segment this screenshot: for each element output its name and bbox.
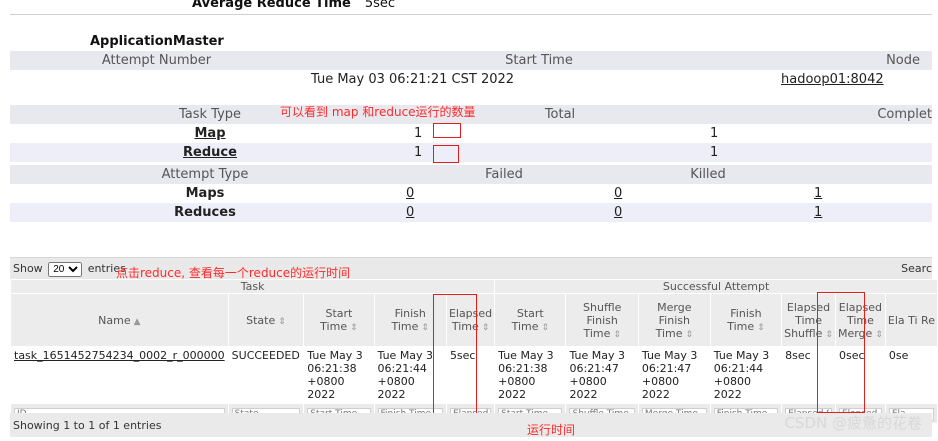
sort-icon: ⇕ (278, 316, 286, 327)
reduce-complete: 1 (710, 145, 719, 160)
sort-icon: ▲ (133, 316, 141, 327)
col-start-time: Start Time (505, 53, 573, 68)
reduces-killed-link[interactable]: 0 (614, 205, 622, 220)
cell-merge-finish: Tue May 3 06:21:47 +0800 2022 (637, 346, 711, 404)
col-failed: Failed (485, 167, 523, 182)
map-complete: 1 (710, 126, 719, 141)
cell-attempt-start: Tue May 3 06:21:38 +0800 2022 (494, 346, 567, 404)
col-elapsed-reduce[interactable]: Ela Ti Re (884, 293, 938, 347)
col-attempt-finish-time[interactable]: Finish Time ⇕ (709, 293, 783, 347)
attempt-maps: Maps (185, 186, 225, 201)
col-start-time[interactable]: Start Time ⇕ (303, 293, 375, 347)
entries-info: Showing 1 to 1 of 1 entries (13, 419, 162, 432)
page-size-control: Show 20 entries (13, 262, 126, 277)
sort-icon: ⇕ (541, 323, 550, 333)
cell-shuffle-finish: Tue May 3 06:21:47 +0800 2022 (565, 346, 639, 404)
annotation-box-elapsed-shuffle (817, 292, 865, 413)
reduces-failed-link[interactable]: 0 (406, 205, 414, 220)
cell-start-time: Tue May 3 06:21:38 +0800 2022 (303, 346, 375, 404)
csdn-watermark: CSDN @疲惫的花卷 (784, 414, 922, 432)
col-state[interactable]: State ⇕ (227, 293, 305, 347)
sort-icon: ⇕ (685, 329, 694, 340)
search-label[interactable]: Searc (901, 262, 932, 275)
application-master-table: Attempt Number Start Time Node Tue May 0… (10, 51, 932, 89)
divider (10, 14, 932, 15)
annotation-box-elapsed (433, 294, 477, 415)
annotation-count-note: 可以看到 map 和reduce运行的数量 (280, 105, 476, 119)
col-attempt-number: Attempt Number (101, 53, 212, 68)
annotation-box-reduce (433, 145, 459, 163)
node-link[interactable]: hadoop01:8042 (781, 72, 884, 87)
col-killed: Killed (690, 167, 726, 182)
col-name[interactable]: Name ▲ (10, 293, 229, 347)
col-node: Node (886, 53, 920, 68)
sort-icon: ⇕ (875, 329, 883, 340)
reduce-link[interactable]: Reduce (183, 145, 237, 160)
group-successful-attempt: Successful Attempt (494, 279, 938, 294)
annotation-box-map (433, 123, 461, 138)
sort-icon: ⇕ (350, 323, 358, 333)
group-task: Task (9, 279, 496, 294)
sort-icon: ⇕ (481, 323, 490, 333)
cell-elapsed-reduce: 0se (884, 346, 938, 404)
sort-icon: ⇕ (757, 323, 765, 333)
maps-killed-link[interactable]: 0 (614, 186, 622, 201)
maps-successful-link[interactable]: 1 (814, 186, 822, 201)
task-link[interactable]: task_1651452754234_0002_r_000000 (14, 349, 225, 362)
page-size-select[interactable]: 20 (48, 262, 83, 277)
cell-attempt-finish: Tue May 3 06:21:44 +0800 2022 (709, 346, 783, 404)
application-master-title: ApplicationMaster (90, 34, 224, 49)
annotation-runtime-note: 运行时间 (527, 423, 576, 437)
attempt-reduces: Reduces (174, 205, 236, 220)
maps-failed-link[interactable]: 0 (406, 186, 414, 201)
col-complete: Complet (877, 107, 932, 122)
reduces-successful-link[interactable]: 1 (814, 205, 822, 220)
map-link[interactable]: Map (194, 126, 225, 141)
col-attempt-type: Attempt Type (161, 167, 249, 182)
col-attempt-start-time[interactable]: Start Time ⇕ (494, 293, 567, 347)
am-start-time: Tue May 03 06:21:21 CST 2022 (311, 72, 515, 87)
col-shuffle-finish-time[interactable]: Shuffle Finish Time ⇕ (565, 293, 639, 347)
sort-icon: ⇕ (421, 323, 429, 333)
col-merge-finish-time[interactable]: Merge Finish Time ⇕ (637, 293, 711, 347)
cell-state: SUCCEEDED (227, 346, 305, 404)
attempt-summary-table: Attempt Type Failed Killed Maps 0 0 1 Re… (10, 165, 932, 222)
sort-icon: ⇕ (613, 329, 621, 340)
average-reduce-time-label: Average Reduce Time 5sec (192, 0, 396, 11)
